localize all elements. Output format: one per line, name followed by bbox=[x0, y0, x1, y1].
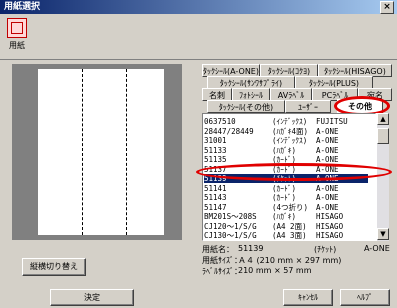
paper-name-info: 用紙名： 51139 (ﾁｹｯﾄ) A-ONE bbox=[202, 244, 392, 254]
list-item-maker: A-ONE bbox=[316, 136, 339, 145]
list-item[interactable]: 31001 (ｲﾝﾃﾞｯｸｽ) A-ONE bbox=[204, 136, 368, 145]
paper-tool-button[interactable]: 用紙 bbox=[5, 18, 29, 56]
paper-name-value: 51139 bbox=[238, 244, 264, 253]
list-item-name: (A4 3面) bbox=[272, 231, 307, 240]
list-item[interactable]: CJ140S～141S (ﾊｶﾞｷ) HISAGO bbox=[204, 241, 368, 242]
paper-icon bbox=[7, 18, 27, 38]
paper-tool-label: 用紙 bbox=[9, 41, 25, 50]
list-item[interactable]: 28447/28449 (ﾊｶﾞｷ4面) A-ONE bbox=[204, 127, 368, 136]
list-item-maker: HISAGO bbox=[316, 241, 343, 242]
list-item-maker: A-ONE bbox=[316, 164, 339, 174]
list-item-code: 51135 bbox=[204, 155, 227, 164]
list-item-code: 51137 bbox=[204, 164, 227, 174]
list-item[interactable]: 51137 (ｶｰﾄﾞ) A-ONE bbox=[204, 165, 368, 174]
list-item-name: (ﾁｹｯﾄ) bbox=[272, 174, 297, 183]
list-item-name: (4つ折り) bbox=[272, 202, 309, 212]
paper-size-label: 用紙ｻｲｽﾞ： bbox=[202, 256, 242, 265]
cut-line bbox=[82, 69, 83, 235]
list-item-code: 51143 bbox=[204, 193, 227, 202]
list-item[interactable]: BM201S～208S (ﾊｶﾞｷ) HISAGO bbox=[204, 212, 368, 221]
close-button[interactable]: × bbox=[380, 1, 394, 14]
list-item-maker: FUJITSU bbox=[316, 117, 348, 126]
cut-line bbox=[126, 69, 127, 235]
title-bar: 用紙選択 × bbox=[0, 0, 397, 14]
list-item-maker: A-ONE bbox=[316, 183, 339, 193]
list-item-name: (A4 2面) bbox=[272, 221, 307, 231]
list-item-maker: A-ONE bbox=[316, 202, 339, 212]
label-size-label: ﾗﾍﾞﾙｻｲｽﾞ： bbox=[202, 267, 242, 276]
list-item-name: (ﾊｶﾞｷ) bbox=[272, 241, 296, 242]
list-item[interactable]: 0637510 (ｲﾝﾃﾞｯｸｽ) FUJITSU bbox=[204, 117, 368, 126]
label-size-info: ﾗﾍﾞﾙｻｲｽﾞ： 210 mm × 57 mm bbox=[202, 266, 392, 276]
window-title: 用紙選択 bbox=[4, 2, 41, 12]
preview-sheet bbox=[38, 69, 164, 235]
paper-preview bbox=[12, 64, 182, 240]
list-scrollbar[interactable]: ▲ ▼ bbox=[376, 113, 389, 241]
paper-name-label: 用紙名： bbox=[202, 245, 234, 254]
paper-select-dialog: 用紙選択 × 用紙 ﾀｯｸｼｰﾙ(A-ONE) ﾀｯｸｼｰﾙ(ｺｸﾖ) ﾀｯｸｼ… bbox=[0, 0, 397, 308]
list-item-maker: A-ONE bbox=[316, 155, 339, 164]
list-item-code: CJ120～1/S/G bbox=[204, 221, 257, 231]
list-item-code: 28447/28449 bbox=[204, 126, 254, 136]
tab-user[interactable]: ﾕｰｻﾞｰ bbox=[285, 100, 331, 113]
list-item-maker: HISAGO bbox=[316, 231, 344, 240]
list-item-name: (ｶｰﾄﾞ) bbox=[272, 183, 297, 193]
list-item[interactable]: 51143 (ｶｰﾄﾞ) A-ONE bbox=[204, 193, 368, 202]
ok-button[interactable]: 決定 bbox=[50, 289, 134, 306]
list-item-code: 51139 bbox=[204, 174, 227, 183]
list-item-code: BM201S～208S bbox=[204, 212, 257, 221]
list-item-code: 31001 bbox=[204, 136, 227, 145]
list-item[interactable]: 51135 (ｶｰﾄﾞ) A-ONE bbox=[204, 155, 368, 164]
list-item[interactable]: 51139 (ﾁｹｯﾄ) A-ONE bbox=[204, 174, 368, 183]
paper-name-type: (ﾁｹｯﾄ) bbox=[314, 245, 337, 254]
toolbar: 用紙 bbox=[0, 15, 397, 60]
list-item-code: 0637510 bbox=[204, 117, 236, 126]
paper-size-value: Ａ４ (210 mm × 297 mm) bbox=[238, 256, 342, 265]
list-item-code: CJ140S～141S bbox=[204, 241, 257, 242]
list-item[interactable]: CJ130～1/S/G (A4 3面) HISAGO bbox=[204, 231, 368, 240]
label-size-value: 210 mm × 57 mm bbox=[238, 266, 312, 275]
list-item-name: (ﾊｶﾞｷ4面) bbox=[272, 126, 309, 136]
list-item-maker: A-ONE bbox=[316, 126, 339, 136]
scroll-up-arrow-icon[interactable]: ▲ bbox=[377, 113, 389, 125]
tab-tack-other[interactable]: ﾀｯｸｼｰﾙ(その他) bbox=[207, 100, 285, 113]
scroll-down-arrow-icon[interactable]: ▼ bbox=[377, 228, 389, 240]
orientation-toggle-button[interactable]: 縦横切り替え bbox=[22, 258, 86, 276]
list-item[interactable]: 51133 (ﾊｶﾞｷ) A-ONE bbox=[204, 146, 368, 155]
list-item[interactable]: CJ120～1/S/G (A4 2面) HISAGO bbox=[204, 222, 368, 231]
list-item-maker: A-ONE bbox=[316, 174, 339, 183]
list-item-name: (ｶｰﾄﾞ) bbox=[272, 164, 297, 174]
list-item-name: (ｶｰﾄﾞ) bbox=[272, 155, 297, 164]
list-item-code: 51141 bbox=[204, 183, 227, 193]
list-item-maker: A-ONE bbox=[316, 145, 339, 155]
list-item-name: (ｲﾝﾃﾞｯｸｽ) bbox=[272, 117, 308, 126]
paper-name-maker: A-ONE bbox=[364, 244, 390, 253]
list-item-maker: A-ONE bbox=[316, 193, 339, 202]
paper-list[interactable]: 0637510 (ｲﾝﾃﾞｯｸｽ) FUJITSU 28447/28449 (ﾊｶﾞｷ4… bbox=[202, 113, 376, 241]
list-item-name: (ﾊｶﾞｷ) bbox=[272, 212, 297, 221]
cancel-button[interactable]: ｷｬﾝｾﾙ bbox=[283, 289, 333, 306]
list-item[interactable]: 51147 (4つ折り) A-ONE bbox=[204, 203, 368, 212]
list-item-code: CJ130～1/S/G bbox=[204, 231, 257, 240]
list-item-name: (ｶｰﾄﾞ) bbox=[272, 193, 297, 202]
list-item-maker: HISAGO bbox=[316, 212, 344, 221]
scroll-thumb[interactable] bbox=[377, 128, 389, 144]
list-item-code: 51147 bbox=[204, 202, 227, 212]
paper-size-info: 用紙ｻｲｽﾞ： Ａ４ (210 mm × 297 mm) bbox=[202, 255, 392, 265]
help-button[interactable]: ﾍﾙﾌﾟ bbox=[340, 289, 390, 306]
tab-other[interactable]: その他 bbox=[337, 99, 383, 114]
list-item-name: (ｲﾝﾃﾞｯｸｽ) bbox=[272, 136, 308, 145]
list-item-code: 51133 bbox=[204, 145, 227, 155]
list-item[interactable]: 51141 (ｶｰﾄﾞ) A-ONE bbox=[204, 184, 368, 193]
list-item-name: (ﾊｶﾞｷ) bbox=[272, 145, 297, 155]
list-item-maker: HISAGO bbox=[316, 221, 344, 231]
